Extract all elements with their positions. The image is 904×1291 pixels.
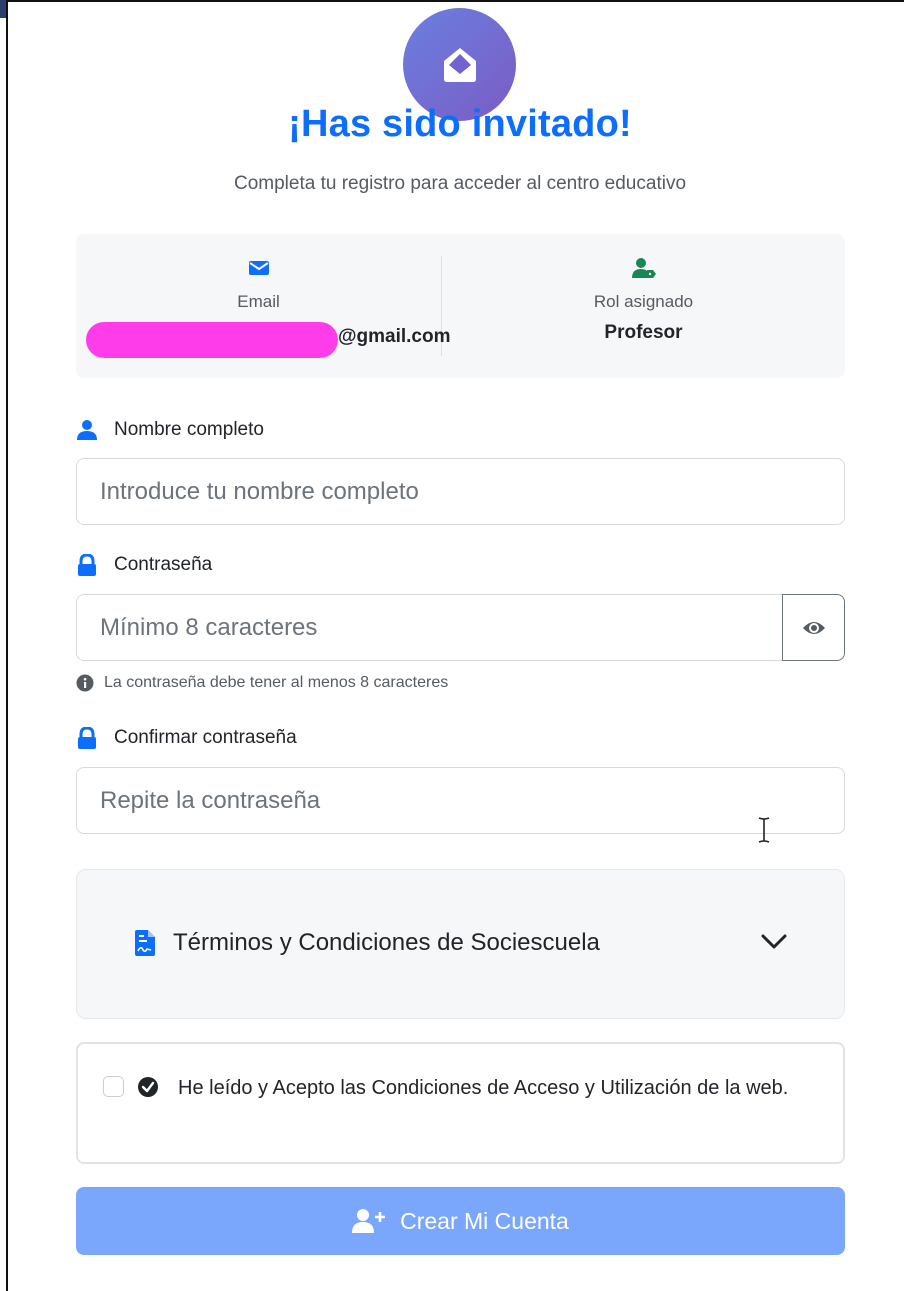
- email-label: Email: [237, 292, 280, 311]
- info-circle-icon: [76, 674, 94, 692]
- user-icon: [77, 420, 97, 440]
- page-title: ¡Has sido invitado!: [288, 103, 632, 145]
- confirm-password-input[interactable]: [76, 767, 845, 834]
- password-field-label: Contraseña: [76, 554, 212, 576]
- role-label: Rol asignado: [593, 292, 694, 311]
- eye-icon: [802, 621, 825, 634]
- user-tag-icon: [631, 258, 656, 278]
- email-value: @gmail.com: [338, 326, 451, 347]
- invitation-role: Rol asignado Profesor: [442, 256, 845, 344]
- password-label-text: Contraseña: [114, 554, 213, 575]
- password-hint-text: La contraseña debe tener al menos 8 cara…: [104, 674, 449, 691]
- page-subtitle: Completa tu registro para acceder al cen…: [233, 173, 687, 194]
- invitation-email: Email: [76, 256, 441, 312]
- text-cursor-icon: [757, 816, 771, 849]
- lock-icon: [78, 554, 96, 576]
- create-account-label: Crear Mi Cuenta: [400, 1207, 569, 1234]
- role-value: Profesor: [604, 322, 683, 343]
- chevron-down-icon: [761, 934, 787, 949]
- terms-header: Términos y Condiciones de Sociescuela: [135, 929, 600, 957]
- terms-accordion[interactable]: Términos y Condiciones de Sociescuela: [76, 869, 845, 1019]
- name-label-text: Nombre completo: [114, 419, 264, 440]
- toggle-password-visibility-button[interactable]: [782, 594, 845, 661]
- full-name-input[interactable]: [76, 458, 845, 525]
- user-plus-icon: [352, 1209, 386, 1233]
- confirm-password-field-label: Confirmar contraseña: [76, 727, 297, 749]
- name-field-label: Nombre completo: [76, 419, 264, 441]
- accept-terms-panel: He leído y Acepto las Condiciones de Acc…: [76, 1042, 845, 1164]
- envelope-icon: [248, 261, 269, 275]
- lock-icon: [78, 727, 96, 749]
- confirm-label-text: Confirmar contraseña: [114, 727, 297, 748]
- password-input[interactable]: [76, 594, 782, 661]
- create-account-button[interactable]: Crear Mi Cuenta: [76, 1187, 845, 1255]
- redacted-email-user: [86, 322, 338, 358]
- window-border-top: [6, 0, 904, 2]
- accept-terms-text: He leído y Acepto las Condiciones de Acc…: [178, 1077, 789, 1099]
- terms-title: Términos y Condiciones de Sociescuela: [173, 929, 600, 956]
- document-signature-icon: [135, 930, 155, 956]
- password-hint: La contraseña debe tener al menos 8 cara…: [76, 674, 448, 692]
